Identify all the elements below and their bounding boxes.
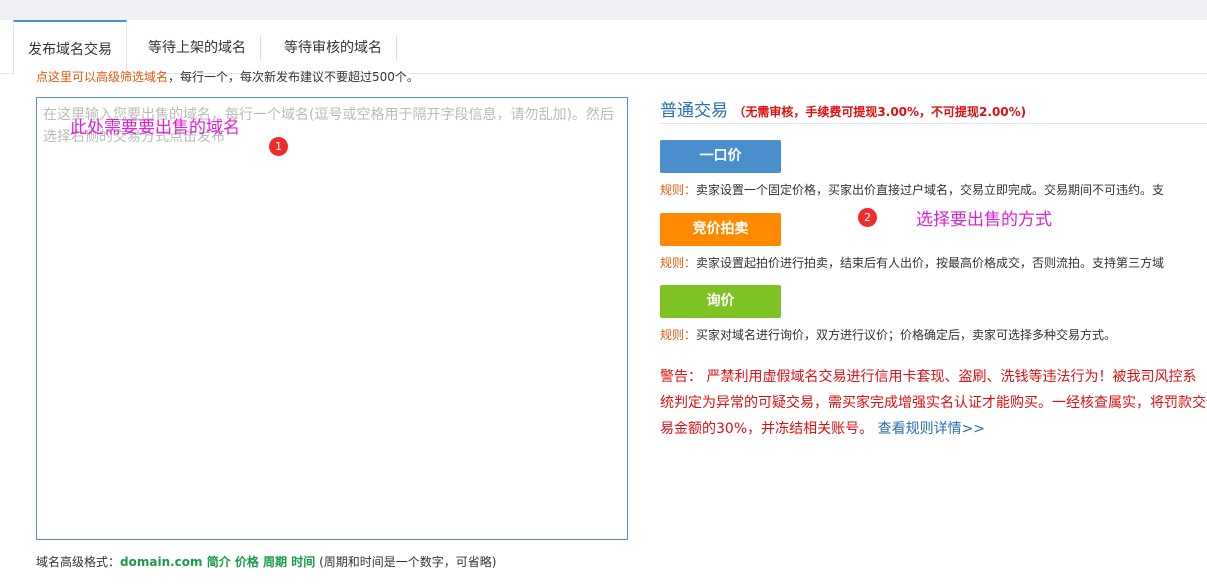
annotation-1-badge: 1 [269, 137, 288, 156]
tab-bar: 发布域名交易 等待上架的域名 等待审核的域名 [0, 20, 1207, 75]
inquiry-rule: 规则：买家对域名进行询价，双方进行议价；价格确定后，卖家可选择多种交易方式。 [660, 326, 1116, 343]
annotation-1-text: 此处需要要出售的域名 [70, 118, 240, 138]
format-example: domain.com 简介 价格 周期 时间 [120, 555, 316, 569]
annotation-2-text: 选择要出售的方式 [916, 210, 1052, 230]
rule-label: 规则： [660, 183, 697, 197]
warning-text: 警告： 严禁利用虚假域名交易进行信用卡套现、盗刷、洗钱等违法行为！被我司风控系统… [660, 364, 1207, 442]
hint-text: ，每行一个，每次新发布建议不要超过500个。 [168, 70, 419, 84]
tab-pending-listing[interactable]: 等待上架的域名 [134, 36, 261, 60]
auction-rule: 规则：卖家设置起拍价进行拍卖，结束后有人出价，按最高价格成交，否则流拍。支持第三… [660, 254, 1164, 271]
rule-text: 卖家设置一个固定价格，买家出价直接过户域名，交易立即完成。交易期间不可违约。支 [696, 183, 1165, 197]
fixed-price-rule: 规则：卖家设置一个固定价格，买家出价直接过户域名，交易立即完成。交易期间不可违约… [660, 181, 1164, 198]
rule-label: 规则： [660, 256, 697, 270]
trade-title: 普通交易 （无需审核，手续费可提现3.00%，不可提现2.00%) [660, 96, 1026, 121]
warning-label: 警告： [660, 369, 702, 385]
inquiry-button[interactable]: 询价 [660, 285, 781, 318]
tab-pending-review[interactable]: 等待审核的域名 [270, 36, 397, 60]
domain-input[interactable] [37, 98, 627, 539]
rule-label: 规则： [660, 328, 697, 342]
hint-line: 点这里可以高级筛选域名，每行一个，每次新发布建议不要超过500个。 [36, 68, 419, 85]
domain-input-box [36, 97, 628, 540]
annotation-2-badge: 2 [858, 208, 877, 227]
format-label: 域名高级格式： [36, 555, 121, 569]
format-note: (周期和时间是一个数字，可省略) [315, 555, 497, 569]
advanced-filter-link[interactable]: 点这里可以高级筛选域名 [36, 70, 168, 84]
view-rules-link[interactable]: 查看规则详情>> [873, 421, 985, 437]
divider [660, 123, 1207, 124]
auction-button[interactable]: 竞价拍卖 [660, 213, 781, 246]
fixed-price-button[interactable]: 一口价 [660, 140, 781, 173]
rule-text: 买家对域名进行询价，双方进行议价；价格确定后，卖家可选择多种交易方式。 [696, 328, 1117, 342]
trade-fee-note: （无需审核，手续费可提现3.00%，不可提现2.00%) [733, 105, 1027, 119]
rule-text: 卖家设置起拍价进行拍卖，结束后有人出价，按最高价格成交，否则流拍。支持第三方域 [696, 256, 1165, 270]
advanced-format-line: 域名高级格式：domain.com 简介 价格 周期 时间 (周期和时间是一个数… [36, 553, 496, 570]
trade-title-text: 普通交易 [660, 101, 728, 121]
tab-publish-domain[interactable]: 发布域名交易 [13, 20, 127, 75]
